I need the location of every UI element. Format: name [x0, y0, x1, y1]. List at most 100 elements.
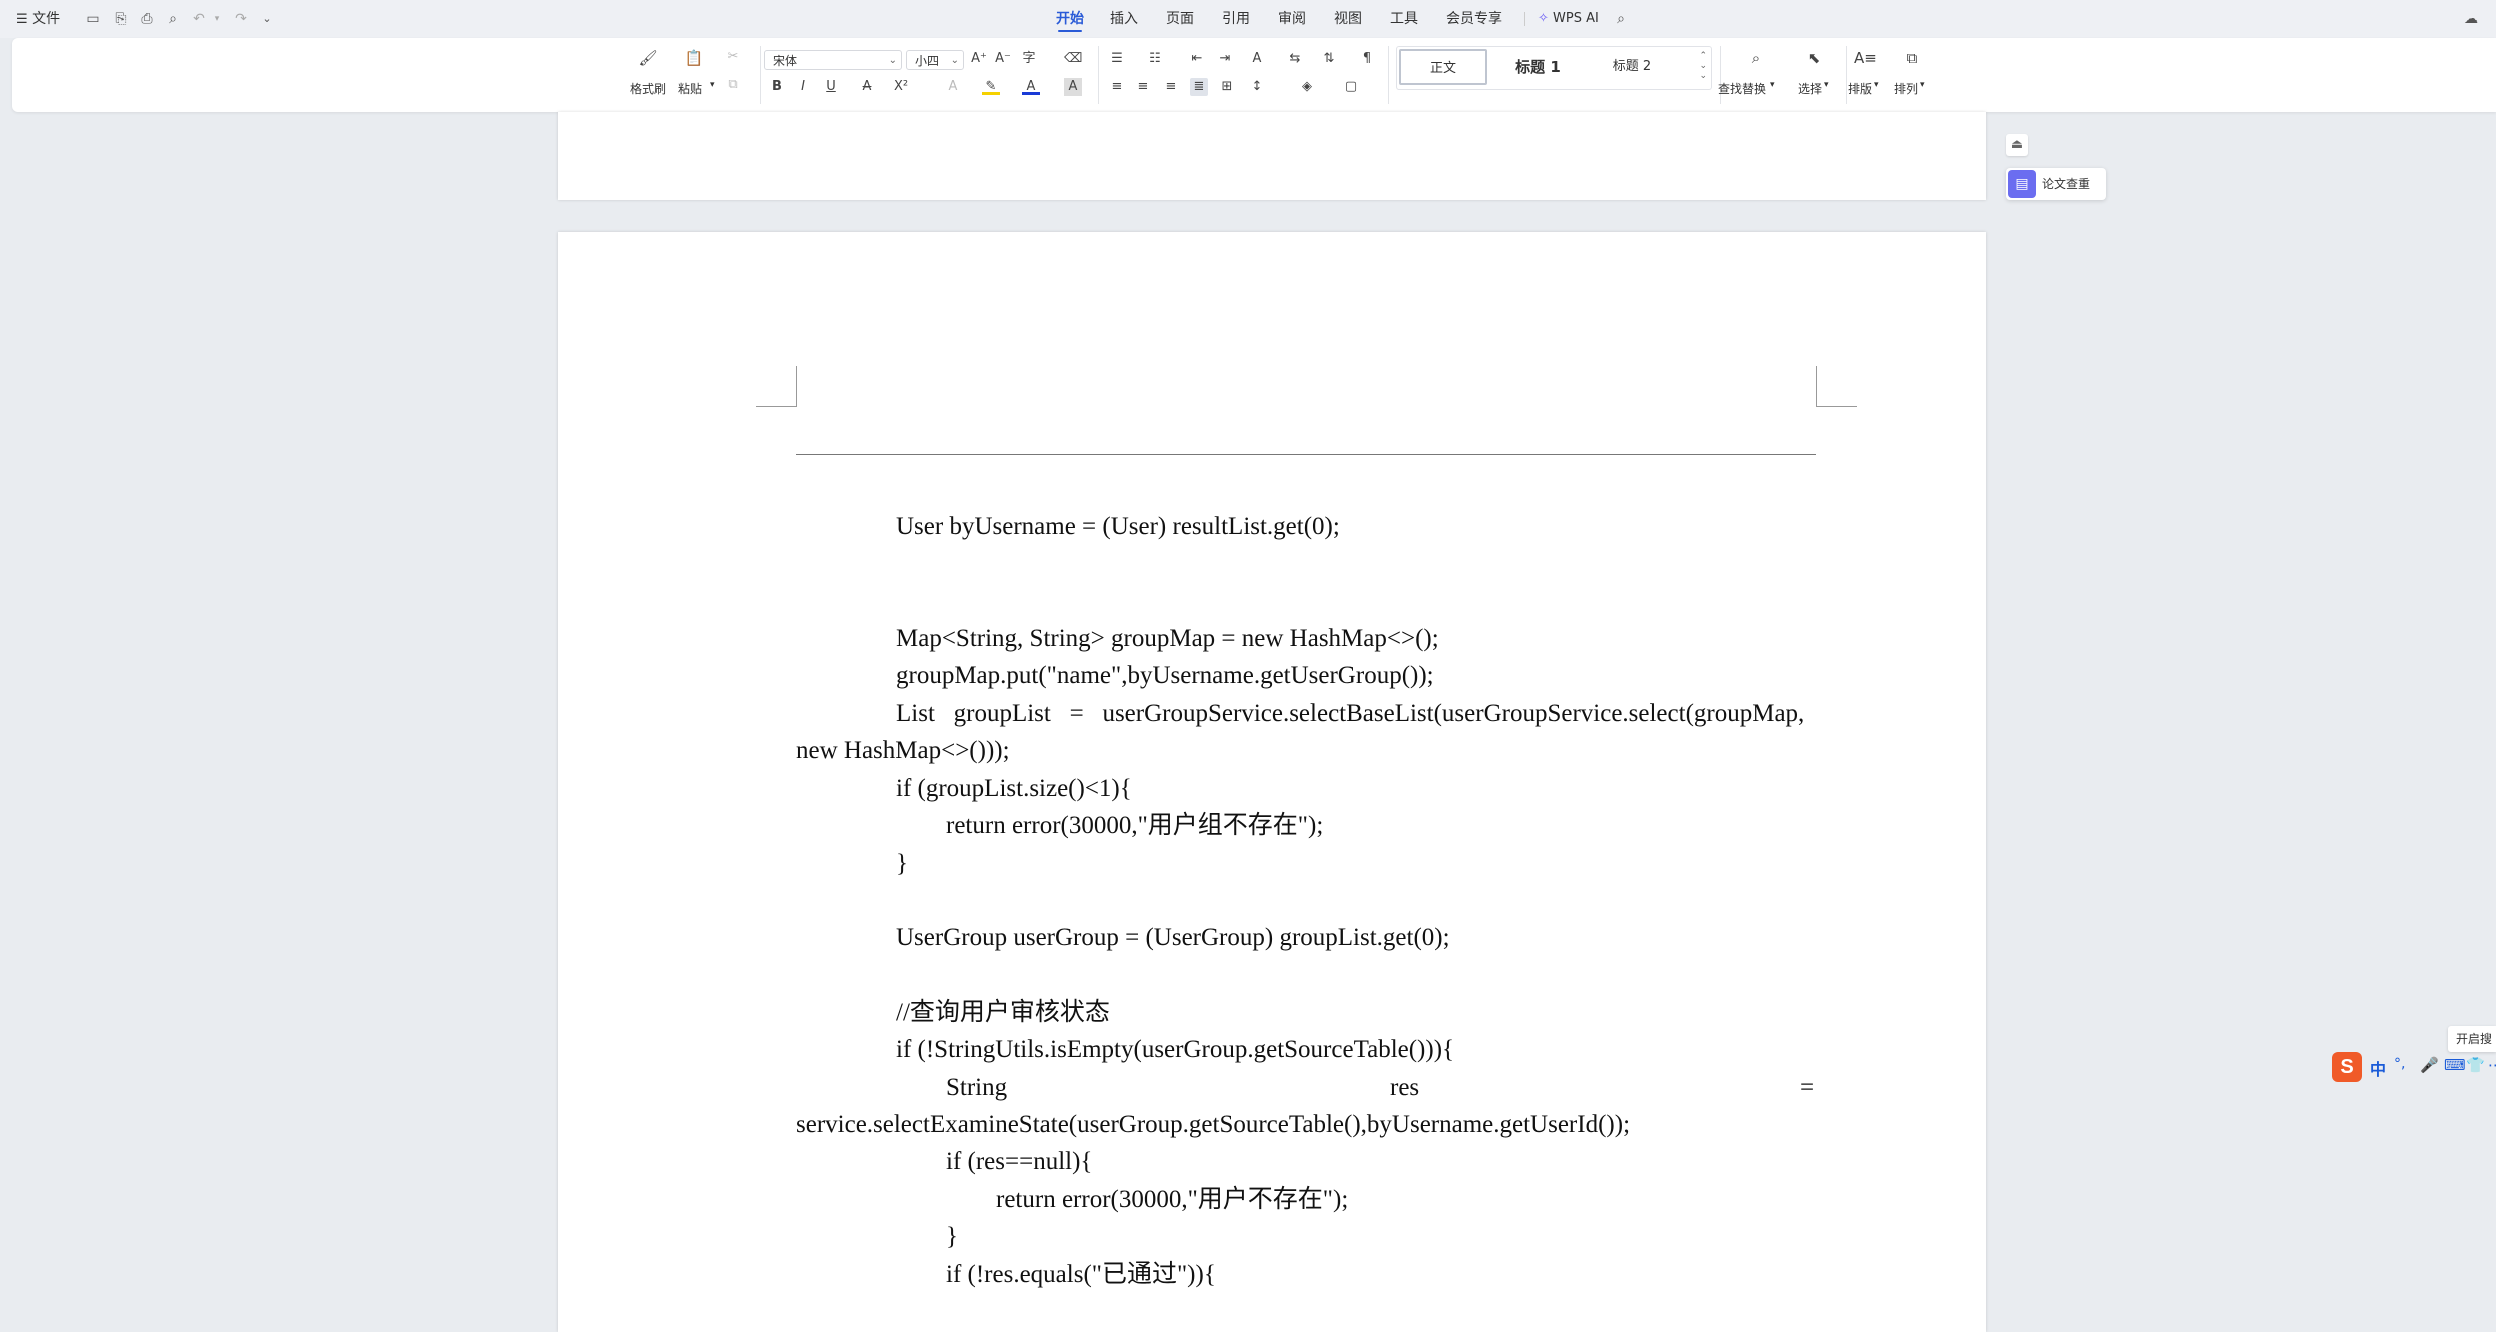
punctuation-icon[interactable]: °,: [2394, 1056, 2405, 1072]
decrease-font-icon[interactable]: A⁻: [994, 50, 1012, 68]
bold-icon[interactable]: B: [768, 78, 786, 96]
chevron-down-icon[interactable]: ▾: [1874, 80, 1879, 90]
border-icon[interactable]: ▢: [1342, 78, 1360, 96]
tab-review[interactable]: 审阅: [1278, 0, 1306, 38]
tab-insert[interactable]: 插入: [1110, 0, 1138, 38]
cloud-icon[interactable]: ☁: [2462, 10, 2480, 28]
code-line[interactable]: if (res==null){: [946, 1147, 1092, 1177]
align-center-icon[interactable]: ≡: [1134, 78, 1152, 96]
collapse-panel-icon[interactable]: ⏏: [2006, 134, 2028, 156]
keyboard-icon[interactable]: ⌨: [2444, 1056, 2466, 1074]
code-line[interactable]: }: [946, 1222, 958, 1252]
styles-scroll-icon[interactable]: ⌃ ⌄ ⌄: [1699, 51, 1707, 81]
highlight-icon[interactable]: ✎: [982, 78, 1000, 95]
redo-icon[interactable]: ↷: [232, 10, 250, 28]
file-menu[interactable]: ☰ 文件: [16, 0, 60, 38]
print-icon[interactable]: ⎙: [138, 10, 156, 28]
arrange-icon[interactable]: ⧉: [1902, 48, 1922, 68]
align-right-icon[interactable]: ≡: [1162, 78, 1180, 96]
print-preview-icon[interactable]: ⌕: [164, 10, 182, 28]
code-line[interactable]: if (!StringUtils.isEmpty(userGroup.getSo…: [896, 1035, 1454, 1065]
arrange-label[interactable]: 排列: [1894, 80, 1918, 97]
code-line[interactable]: }: [896, 849, 908, 879]
bullet-list-icon[interactable]: ☰: [1108, 50, 1126, 68]
code-line[interactable]: new HashMap<>()));: [796, 736, 1010, 766]
decrease-indent-icon[interactable]: ⇤: [1188, 50, 1206, 68]
tab-page[interactable]: 页面: [1166, 0, 1194, 38]
style-heading-1[interactable]: 标题 1: [1493, 49, 1583, 85]
code-line[interactable]: return error(30000,"用户不存在");: [996, 1185, 1348, 1215]
style-heading-2[interactable]: 标题 2: [1587, 49, 1677, 85]
copy-icon[interactable]: ⧉: [724, 76, 742, 94]
code-line[interactable]: res: [1390, 1073, 1419, 1103]
chevron-down-icon[interactable]: ▾: [1770, 80, 1775, 90]
show-marks-icon[interactable]: ¶: [1358, 50, 1376, 68]
strikethrough-icon[interactable]: A: [858, 78, 876, 96]
code-line[interactable]: List groupList = userGroupService.select…: [896, 699, 1804, 729]
microphone-icon[interactable]: 🎤: [2420, 1056, 2439, 1074]
customize-dropdown-icon[interactable]: ⌄: [258, 10, 276, 28]
italic-icon[interactable]: I: [794, 78, 812, 96]
paste-label[interactable]: 粘贴: [678, 80, 702, 97]
numbered-list-icon[interactable]: ☷: [1146, 50, 1164, 68]
increase-indent-icon[interactable]: ⇥: [1216, 50, 1234, 68]
text-direction-icon[interactable]: A: [1248, 50, 1266, 68]
tab-view[interactable]: 视图: [1334, 0, 1362, 38]
tab-start[interactable]: 开始: [1056, 0, 1084, 38]
code-line[interactable]: if (!res.equals("已通过")){: [946, 1260, 1216, 1290]
code-line[interactable]: service.selectExamineState(userGroup.get…: [796, 1110, 1630, 1140]
code-line[interactable]: if (groupList.size()<1){: [896, 774, 1132, 804]
undo-icon[interactable]: ↶: [190, 10, 208, 28]
more-icon[interactable]: ⋯: [2488, 1056, 2496, 1074]
tab-membership[interactable]: 会员专享: [1446, 0, 1502, 38]
tab-reference[interactable]: 引用: [1222, 0, 1250, 38]
style-normal[interactable]: 正文: [1399, 49, 1487, 85]
align-left-icon[interactable]: ≡: [1108, 78, 1126, 96]
superscript-icon[interactable]: X²: [892, 78, 910, 96]
chinese-layout-icon[interactable]: ⇆: [1286, 50, 1304, 68]
undo-dropdown-icon[interactable]: ▾: [208, 10, 226, 28]
line-spacing-icon[interactable]: ↕: [1248, 78, 1266, 96]
layout-label[interactable]: 排版: [1848, 80, 1872, 97]
sort-icon[interactable]: ⇅: [1320, 50, 1338, 68]
code-line[interactable]: =: [1800, 1073, 1814, 1103]
paste-dropdown-icon[interactable]: ▾: [710, 80, 715, 90]
ime-toolbar[interactable]: S 中 °, 🎤 ⌨ 👕 ⋯: [2330, 1052, 2496, 1082]
paste-icon[interactable]: 📋: [684, 48, 704, 68]
format-painter-label[interactable]: 格式刷: [630, 80, 666, 97]
previous-page[interactable]: [558, 112, 1986, 200]
code-line[interactable]: Map<String, String> groupMap = new HashM…: [896, 624, 1439, 654]
code-line[interactable]: //查询用户审核状态: [896, 998, 1110, 1028]
code-line[interactable]: groupMap.put("name",byUsername.getUserGr…: [896, 661, 1434, 691]
paper-check-button[interactable]: ▤ 论文查重: [2006, 168, 2106, 200]
justify-icon[interactable]: ≣: [1190, 78, 1208, 96]
skin-icon[interactable]: 👕: [2466, 1056, 2485, 1074]
search-icon[interactable]: ⌕: [1612, 10, 1630, 28]
select-label[interactable]: 选择: [1798, 80, 1822, 97]
document-page[interactable]: User byUsername = (User) resultList.get(…: [558, 232, 1986, 1332]
find-replace-icon[interactable]: ⌕: [1746, 48, 1766, 68]
code-line[interactable]: return error(30000,"用户组不存在");: [946, 811, 1323, 841]
text-effect-icon[interactable]: A: [944, 78, 962, 96]
save-icon[interactable]: ▭: [84, 10, 102, 28]
font-name-select[interactable]: 宋体 ⌄: [764, 50, 902, 70]
find-replace-label[interactable]: 查找替换: [1718, 80, 1766, 97]
font-size-select[interactable]: 小四 ⌄: [906, 50, 964, 70]
code-line[interactable]: String: [946, 1073, 1007, 1103]
format-painter-icon[interactable]: 🖌: [638, 48, 658, 68]
select-cursor-icon[interactable]: ⬉: [1804, 48, 1824, 68]
tooltip[interactable]: 开启搜: [2448, 1026, 2496, 1052]
ime-language[interactable]: 中: [2370, 1056, 2386, 1080]
share-icon[interactable]: ⎘: [112, 10, 130, 28]
sogou-logo-icon[interactable]: S: [2332, 1052, 2362, 1082]
font-color-icon[interactable]: A: [1022, 78, 1040, 95]
layout-icon[interactable]: A≡: [1854, 48, 1877, 68]
char-shading-icon[interactable]: A: [1064, 78, 1082, 96]
chevron-down-icon[interactable]: ▾: [1824, 80, 1829, 90]
tab-tools[interactable]: 工具: [1390, 0, 1418, 38]
clear-format-icon[interactable]: ⌫: [1064, 50, 1082, 68]
code-line[interactable]: UserGroup userGroup = (UserGroup) groupL…: [896, 923, 1450, 953]
wps-ai-button[interactable]: ✧ WPS AI: [1538, 0, 1599, 38]
cut-icon[interactable]: ✂: [724, 48, 742, 66]
increase-font-icon[interactable]: A⁺: [970, 50, 988, 68]
